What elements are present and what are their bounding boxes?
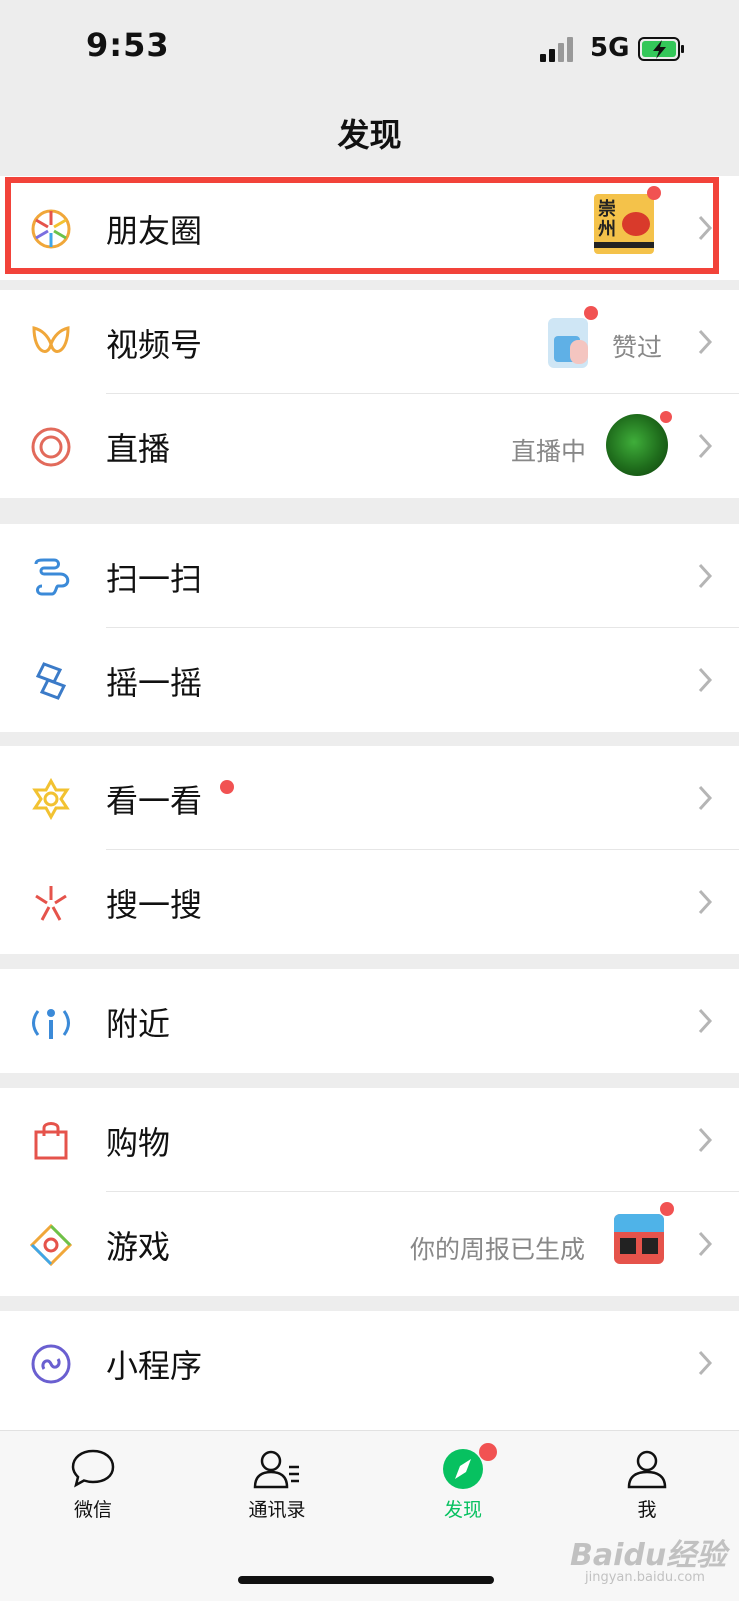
- row-live[interactable]: 直播 直播中: [0, 394, 739, 498]
- row-shake[interactable]: 摇一摇: [0, 628, 739, 732]
- discover-tab-badge: [479, 1443, 497, 1461]
- tab-contacts[interactable]: 通讯录: [222, 1447, 332, 1522]
- tab-me[interactable]: 我: [592, 1447, 702, 1522]
- home-indicator[interactable]: [238, 1576, 494, 1584]
- page-title: 发现: [337, 116, 402, 154]
- scan-icon: [34, 558, 70, 596]
- battery-charging-icon: [638, 37, 684, 61]
- row-shopping-label: 购物: [106, 1124, 171, 1162]
- row-search[interactable]: 搜一搜: [0, 850, 739, 954]
- row-moments-label: 朋友圈: [106, 212, 203, 250]
- chevron-right-icon: [698, 1127, 713, 1153]
- top-stories-star-icon: [32, 778, 70, 820]
- games-thumbnail: [614, 1214, 664, 1264]
- live-recording-badge: [657, 408, 675, 426]
- tab-discover[interactable]: 发现: [408, 1447, 518, 1522]
- search-sparkle-icon: [35, 886, 67, 921]
- row-moments[interactable]: 朋友圈 崇州: [0, 176, 739, 280]
- row-nearby[interactable]: 附近: [0, 969, 739, 1073]
- chevron-right-icon: [698, 785, 713, 811]
- chevron-right-icon: [698, 889, 713, 915]
- tab-me-label: 我: [637, 1499, 657, 1521]
- row-live-label: 直播: [106, 430, 171, 468]
- live-sub-label: 直播中: [511, 437, 587, 466]
- signal-icon: [540, 36, 580, 62]
- moments-thumbnail: 崇州: [594, 194, 654, 254]
- moments-aperture-icon: [31, 209, 71, 249]
- row-top-stories[interactable]: 看一看: [0, 746, 739, 850]
- me-person-icon: [627, 1450, 667, 1489]
- nearby-person-icon: [32, 1009, 70, 1039]
- tab-chats[interactable]: 微信: [38, 1447, 148, 1522]
- row-shopping[interactable]: 购物: [0, 1088, 739, 1192]
- row-channels[interactable]: 视频号 赞过: [0, 290, 739, 394]
- chevron-right-icon: [698, 563, 713, 589]
- chevron-right-icon: [698, 667, 713, 693]
- contacts-person-icon: [253, 1450, 299, 1489]
- status-time: 9:53: [86, 26, 170, 64]
- row-top-stories-label: 看一看: [106, 782, 203, 820]
- top-stories-new-badge: [220, 780, 234, 794]
- chevron-right-icon: [698, 1008, 713, 1034]
- chevron-right-icon: [698, 1350, 713, 1376]
- chevron-right-icon: [698, 433, 713, 459]
- row-shake-label: 摇一摇: [106, 664, 203, 702]
- chevron-right-icon: [698, 215, 713, 241]
- mini-programs-icon: [31, 1344, 71, 1384]
- chat-bubble-icon: [71, 1449, 115, 1488]
- chevron-right-icon: [698, 1231, 713, 1257]
- baidu-watermark-domain: jingyan.baidu.com: [585, 1570, 705, 1585]
- row-mini-programs-label: 小程序: [106, 1347, 203, 1385]
- row-scan-label: 扫一扫: [106, 560, 203, 598]
- row-channels-label: 视频号: [106, 326, 203, 364]
- moments-thumbnail-text: 崇州: [598, 199, 616, 240]
- row-search-label: 搜一搜: [106, 886, 203, 924]
- channels-thumbnail: [548, 318, 588, 368]
- nav-bar: 发现: [0, 96, 739, 176]
- status-bar: 9:53 5G: [0, 0, 739, 96]
- chevron-right-icon: [698, 329, 713, 355]
- channels-new-badge: [584, 306, 598, 320]
- games-new-badge: [660, 1202, 674, 1216]
- channels-sub-label: 赞过: [612, 333, 663, 362]
- shake-phone-icon: [35, 662, 67, 700]
- channels-butterfly-icon: [32, 326, 70, 353]
- row-games-label: 游戏: [106, 1228, 171, 1266]
- row-mini-programs[interactable]: 小程序: [0, 1311, 739, 1430]
- tab-chats-label: 微信: [73, 1499, 112, 1521]
- shopping-bag-icon: [34, 1122, 68, 1160]
- row-nearby-label: 附近: [106, 1005, 171, 1043]
- moments-new-badge: [647, 186, 661, 200]
- games-sub-label: 你的周报已生成: [410, 1235, 586, 1264]
- network-label: 5G: [590, 33, 630, 63]
- baidu-watermark: Baidu经验: [570, 1538, 727, 1573]
- row-scan[interactable]: 扫一扫: [0, 524, 739, 628]
- live-broadcast-icon: [31, 427, 71, 467]
- tab-discover-label: 发现: [443, 1499, 482, 1521]
- row-games[interactable]: 游戏 你的周报已生成: [0, 1192, 739, 1296]
- tab-contacts-label: 通讯录: [248, 1499, 306, 1521]
- games-diamond-icon: [30, 1224, 72, 1266]
